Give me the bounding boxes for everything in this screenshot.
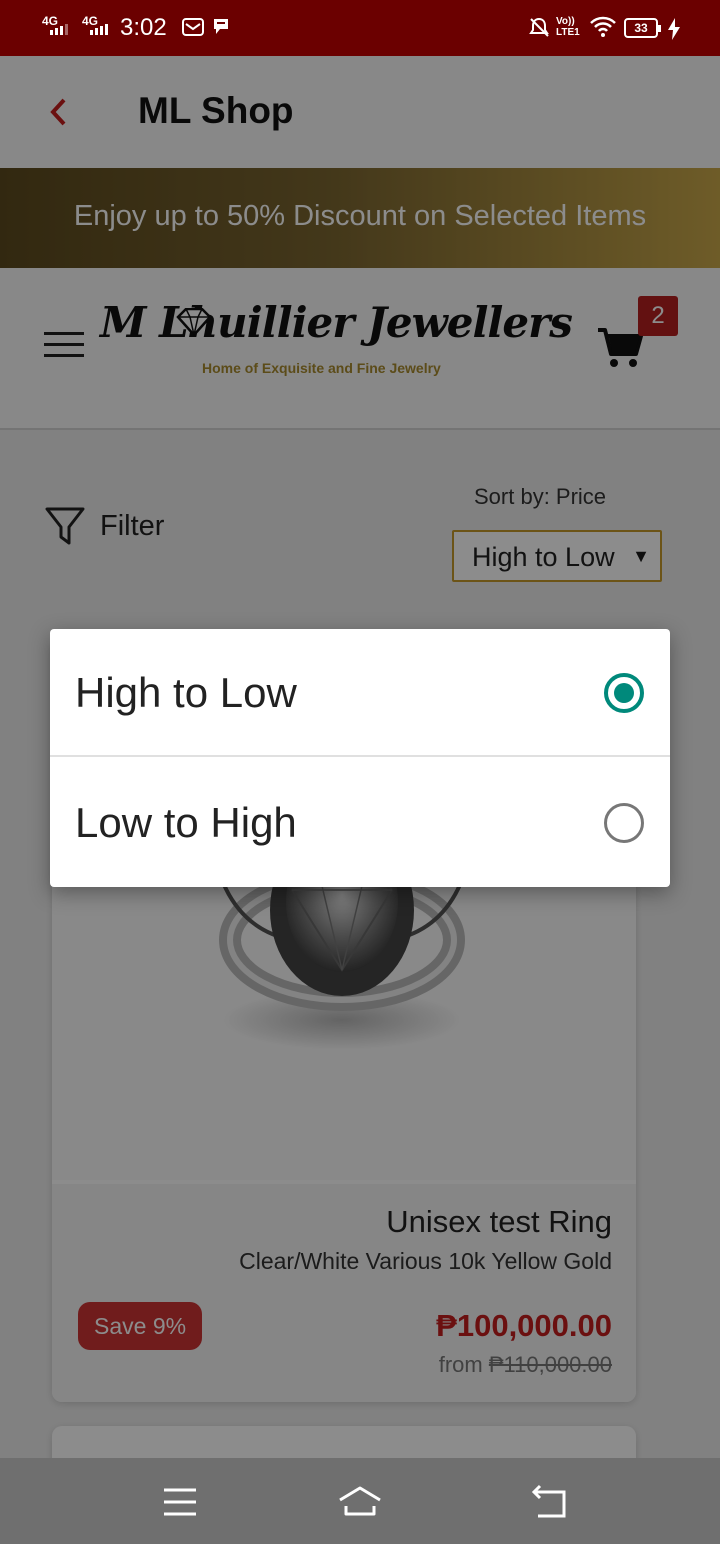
volte-indicator: Vo)) LTE1 [556,16,580,38]
system-nav-bar [0,1458,720,1544]
radio-unselected-icon[interactable] [604,803,644,843]
sort-option-low-to-high[interactable]: Low to High [50,759,670,887]
sort-option-high-to-low[interactable]: High to Low [50,629,670,757]
clock: 3:02 [120,14,167,41]
signal-icon-1 [50,24,68,35]
charging-icon [668,18,680,40]
wifi-icon [590,16,616,37]
mute-bell-icon [529,17,549,37]
radio-selected-icon[interactable] [604,673,644,713]
message-notification-icon [214,19,228,34]
mail-notification-icon [182,18,204,36]
recent-apps-icon[interactable] [160,1482,200,1522]
signal-icon-2 [90,24,108,35]
sort-option-label: High to Low [75,669,297,716]
battery-icon: 33 [624,18,661,38]
back-nav-icon[interactable] [530,1482,570,1522]
home-icon[interactable] [336,1482,384,1522]
status-bar: 4G 4G 3:02 Vo)) LTE1 33 [0,0,720,56]
sort-options-dialog: High to Low Low to High [50,629,670,887]
sort-option-label: Low to High [75,799,297,846]
